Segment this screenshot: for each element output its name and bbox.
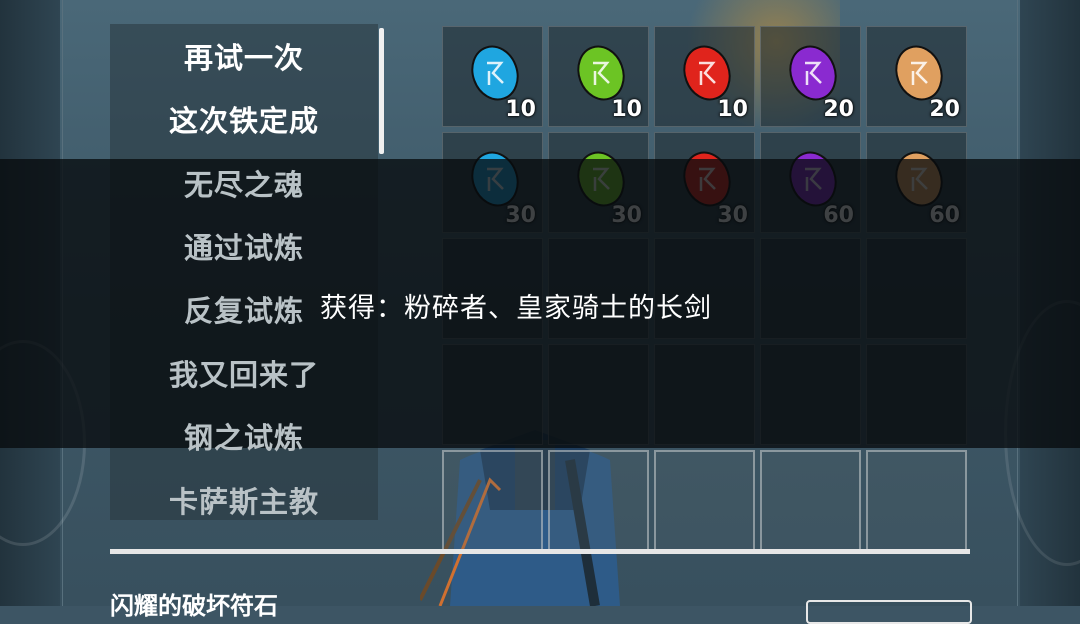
reward-slot[interactable]: 10	[442, 26, 543, 127]
trial-list-item[interactable]: 卡萨斯主教	[110, 479, 378, 521]
trial-list-item[interactable]: 无尽之魂	[110, 162, 378, 204]
reward-slot[interactable]: 20	[866, 26, 967, 127]
red-rune-icon	[683, 45, 731, 101]
trial-list-item[interactable]: 通过试炼	[110, 225, 378, 267]
reward-slot[interactable]	[760, 450, 861, 551]
section-divider	[110, 549, 970, 554]
green-rune-icon	[577, 45, 625, 101]
reward-slot[interactable]	[866, 450, 967, 551]
reward-count: 20	[823, 97, 854, 122]
trial-list-item[interactable]: 我又回来了	[110, 352, 378, 394]
orange-rune-icon	[895, 45, 943, 101]
blue-rune-icon	[471, 45, 519, 101]
purple-rune-icon	[789, 45, 837, 101]
trial-list-item[interactable]: 再试一次	[110, 35, 378, 77]
selected-item-name: 闪耀的破坏符石	[110, 592, 278, 620]
trial-list-item[interactable]: 钢之试炼	[110, 415, 378, 457]
trial-list-item[interactable]: 反复试炼	[110, 288, 378, 330]
reward-slot[interactable]: 10	[654, 26, 755, 127]
reward-slot[interactable]	[654, 450, 755, 551]
reward-count: 20	[929, 97, 960, 122]
reward-count: 10	[611, 97, 642, 122]
list-scrollbar[interactable]	[379, 28, 384, 154]
trial-list-item[interactable]: 这次铁定成	[110, 98, 378, 140]
reward-slot[interactable]: 20	[760, 26, 861, 127]
reward-slot[interactable]: 10	[548, 26, 649, 127]
reward-slot[interactable]	[548, 450, 649, 551]
reward-count: 10	[505, 97, 536, 122]
reward-slot[interactable]	[442, 450, 543, 551]
action-button[interactable]	[806, 600, 972, 624]
reward-toast-message: 获得：粉碎者、皇家骑士的长剑	[320, 293, 712, 324]
reward-count: 10	[717, 97, 748, 122]
